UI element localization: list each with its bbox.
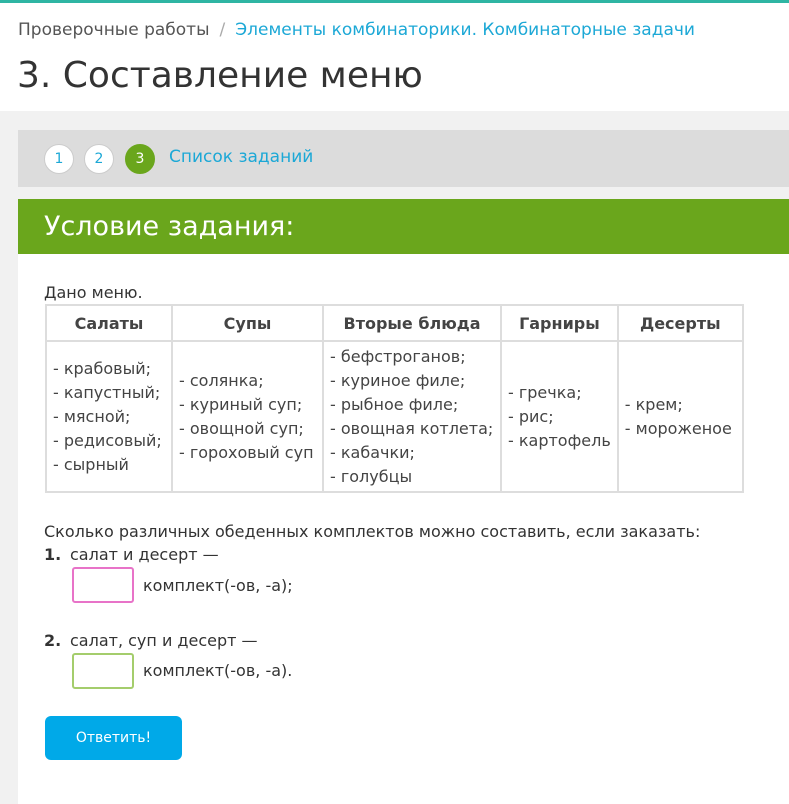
main-courses-list: - бефстроганов; - куриное филе; - рыбное… <box>330 345 494 489</box>
list-item: - гороховый суп <box>179 442 314 462</box>
answer-1-unit: комплект(-ов, -а); <box>143 576 293 595</box>
breadcrumb-root[interactable]: Проверочные работы <box>18 20 210 40</box>
task-card-title: Условие задания: <box>44 211 295 242</box>
question-item-2: 2. салат, суп и десерт — <box>44 631 258 650</box>
list-item: - куриный суп; <box>179 394 303 414</box>
menu-table-header-row: Салаты Супы Вторые блюда Гарниры Десерты <box>45 304 744 342</box>
list-item: - гречка; <box>508 382 582 402</box>
list-item: - голубцы <box>330 466 413 486</box>
cell-sides: - гречка; - рис; - картофель <box>500 340 619 493</box>
list-item: - крем; <box>624 394 683 414</box>
task-card-header: Условие задания: <box>18 199 789 254</box>
sides-list: - гречка; - рис; - картофель <box>508 381 611 453</box>
page-header: Проверочные работы / Элементы комбинаторик… <box>0 3 789 111</box>
task-intro: Дано меню. <box>44 283 143 302</box>
salads-list: - крабовый; - капустный; - мясной; - ред… <box>53 357 165 477</box>
list-item: - крабовый; <box>53 358 151 378</box>
list-item: - мороженое <box>624 418 732 438</box>
list-item: - картофель <box>508 430 611 450</box>
header-main-courses: Вторые блюда <box>322 304 502 342</box>
page-title: 3. Составление меню <box>17 55 423 96</box>
question-item-1: 1. салат и десерт — <box>44 545 219 564</box>
list-item: - мясной; <box>53 406 131 426</box>
cell-soups: - солянка; - куриный суп; - овощной суп;… <box>171 340 324 493</box>
question-item-2-text: салат, суп и десерт — <box>70 631 258 650</box>
cell-salads: - крабовый; - капустный; - мясной; - ред… <box>45 340 173 493</box>
list-item: - кабачки; <box>330 442 415 462</box>
list-item: - капустный; <box>53 382 161 402</box>
list-item: - редисовый; <box>53 430 162 450</box>
step-3-button[interactable]: 3 <box>125 144 155 174</box>
list-item: - солянка; <box>179 370 264 390</box>
breadcrumb: Проверочные работы / Элементы комбинаторик… <box>18 20 695 40</box>
task-list-link[interactable]: Список заданий <box>169 147 313 167</box>
header-salads: Салаты <box>45 304 173 342</box>
breadcrumb-current-link[interactable]: Элементы комбинаторики. Комбинаторные за… <box>235 20 695 40</box>
list-item: - овощная котлета; <box>330 418 494 438</box>
question-item-2-number: 2. <box>44 631 62 650</box>
header-soups: Супы <box>171 304 324 342</box>
list-item: - рыбное филе; <box>330 394 459 414</box>
header-desserts: Десерты <box>616 304 744 342</box>
menu-table: Салаты Супы Вторые блюда Гарниры Десерты… <box>45 304 744 493</box>
desserts-list: - крем; - мороженое <box>625 393 736 441</box>
question-item-1-text: салат и десерт — <box>70 545 219 564</box>
list-item: - рис; <box>508 406 554 426</box>
list-item: - овощной суп; <box>179 418 304 438</box>
breadcrumb-separator: / <box>219 20 226 40</box>
question-item-1-number: 1. <box>44 545 62 564</box>
answer-input-1[interactable] <box>72 567 134 603</box>
cell-desserts: - крем; - мороженое <box>616 340 744 493</box>
cell-main-courses: - бефстроганов; - куриное филе; - рыбное… <box>322 340 502 493</box>
soups-list: - солянка; - куриный суп; - овощной суп;… <box>179 369 316 465</box>
menu-table-row: - крабовый; - капустный; - мясной; - ред… <box>45 340 744 493</box>
list-item: - куриное филе; <box>330 370 466 390</box>
answer-2-unit: комплект(-ов, -а). <box>143 661 293 680</box>
step-1-button[interactable]: 1 <box>44 144 74 174</box>
question-text: Сколько различных обеденных комплектов м… <box>44 522 701 541</box>
list-item: - сырный <box>53 454 129 474</box>
submit-answer-button[interactable]: Ответить! <box>45 716 182 760</box>
step-2-button[interactable]: 2 <box>84 144 114 174</box>
header-sides: Гарниры <box>500 304 619 342</box>
answer-input-2[interactable] <box>72 653 134 689</box>
list-item: - бефстроганов; <box>330 346 466 366</box>
